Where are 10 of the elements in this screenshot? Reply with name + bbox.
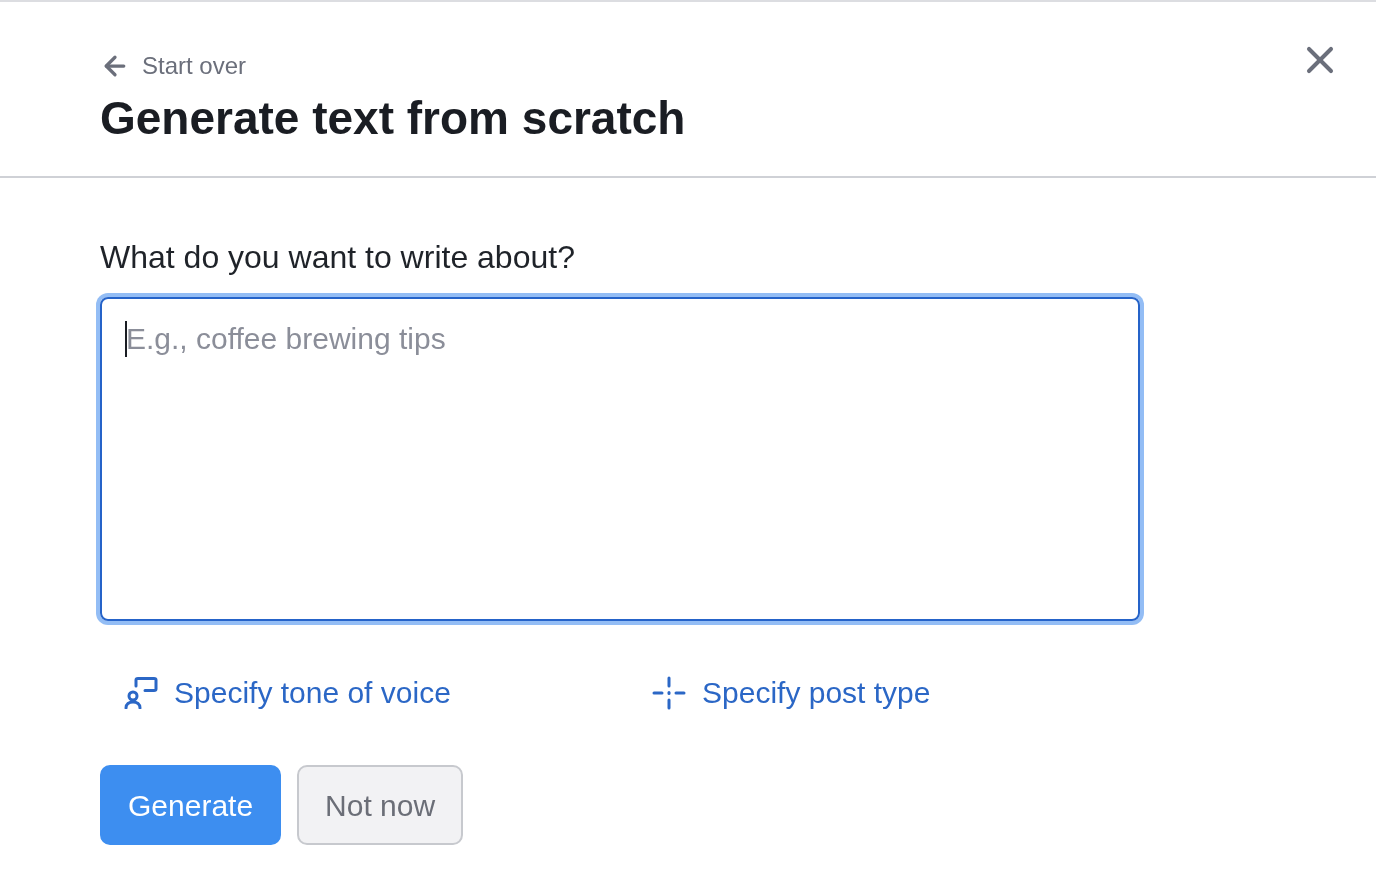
dismiss-button[interactable]: Not now (297, 765, 464, 845)
field-label: What do you want to write about? (100, 238, 575, 277)
text-caret (125, 321, 127, 357)
option-link[interactable]: Specify post type (652, 673, 931, 713)
dialog-title: Generate text from scratch (100, 91, 686, 146)
generate-button[interactable]: Generate (100, 765, 282, 845)
crosshair-dashes-icon (652, 676, 686, 710)
start-over-link[interactable]: Start over (100, 48, 247, 84)
person-speech-icon (124, 677, 158, 709)
option-link[interactable]: Specify tone of voice (124, 673, 451, 713)
